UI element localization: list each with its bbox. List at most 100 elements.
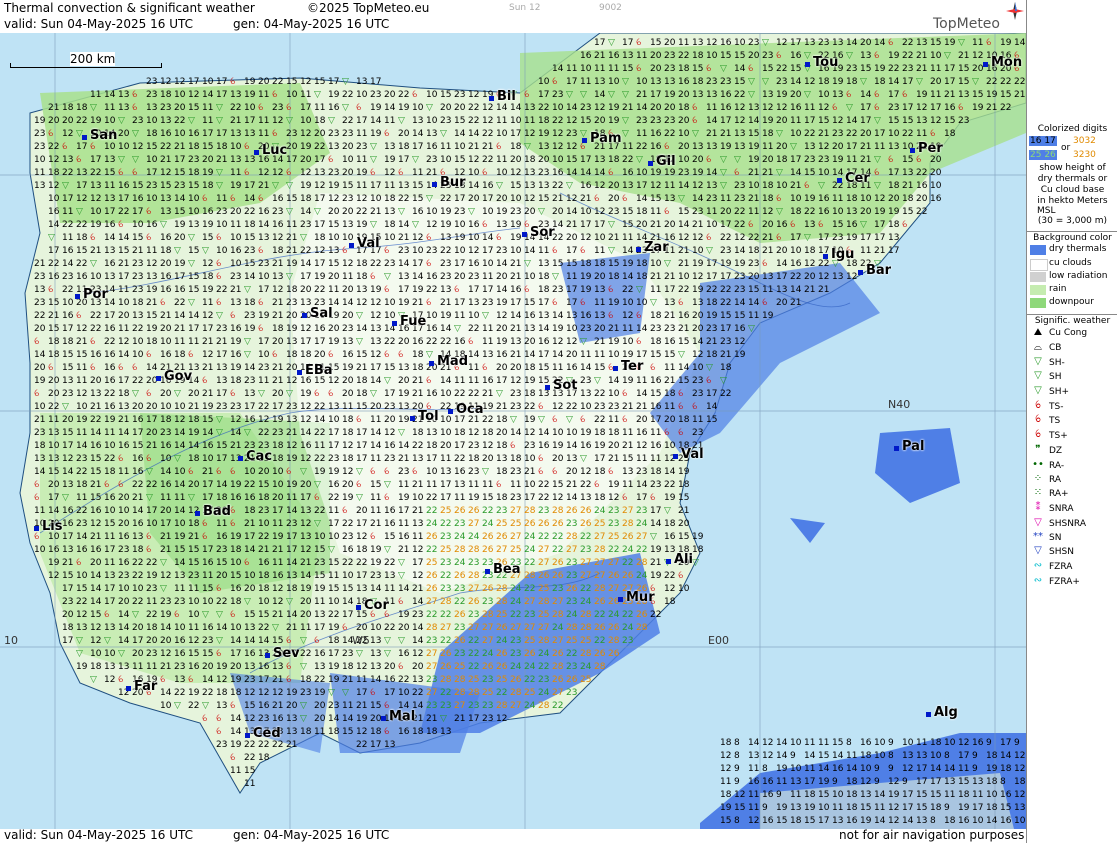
svg-text:13: 13 bbox=[776, 285, 787, 295]
city-label[interactable]: Sal bbox=[302, 306, 333, 321]
city-label[interactable]: Bur bbox=[432, 175, 466, 190]
city-label[interactable]: Ali bbox=[666, 552, 693, 567]
svg-text:22: 22 bbox=[384, 623, 395, 633]
city-label[interactable]: Cac bbox=[237, 449, 272, 464]
svg-text:ꕃ: ꕃ bbox=[692, 402, 698, 412]
city-label[interactable]: San bbox=[81, 128, 117, 143]
svg-text:▽: ▽ bbox=[678, 194, 685, 204]
city-label[interactable]: Bil bbox=[489, 89, 516, 104]
svg-text:16: 16 bbox=[580, 311, 592, 321]
svg-text:22: 22 bbox=[370, 259, 381, 269]
city-label[interactable]: Sev bbox=[265, 646, 300, 661]
svg-text:21: 21 bbox=[510, 350, 521, 360]
svg-text:23: 23 bbox=[146, 649, 157, 659]
city-label[interactable]: Gil bbox=[648, 154, 676, 169]
city-label[interactable]: Per bbox=[910, 141, 943, 156]
city-label[interactable]: Bad bbox=[195, 504, 231, 519]
svg-text:14: 14 bbox=[468, 181, 480, 191]
svg-text:23: 23 bbox=[650, 324, 661, 334]
city-label[interactable]: Sor bbox=[522, 225, 555, 240]
svg-text:10: 10 bbox=[118, 142, 130, 152]
city-label[interactable]: Mon bbox=[982, 55, 1022, 70]
city-label[interactable]: Oca bbox=[448, 402, 484, 417]
city-label[interactable]: Fue bbox=[391, 314, 426, 329]
svg-text:12: 12 bbox=[62, 454, 73, 464]
city-label[interactable]: Cer bbox=[837, 171, 870, 186]
svg-text:16: 16 bbox=[650, 142, 662, 152]
svg-text:12: 12 bbox=[552, 337, 563, 347]
svg-text:22: 22 bbox=[174, 116, 185, 126]
svg-text:22: 22 bbox=[244, 480, 255, 490]
svg-text:15: 15 bbox=[188, 103, 199, 113]
svg-text:23: 23 bbox=[454, 207, 465, 217]
svg-text:22: 22 bbox=[622, 155, 633, 165]
svg-text:12: 12 bbox=[188, 90, 199, 100]
city-label[interactable]: Sot bbox=[545, 378, 578, 393]
city-label[interactable]: Por bbox=[75, 287, 108, 302]
city-label[interactable]: Ter bbox=[612, 359, 643, 374]
svg-text:23: 23 bbox=[580, 103, 591, 113]
svg-text:28: 28 bbox=[580, 649, 592, 659]
svg-text:17: 17 bbox=[230, 649, 241, 659]
city-label[interactable]: Gov bbox=[155, 369, 192, 384]
svg-text:12: 12 bbox=[1014, 764, 1025, 774]
svg-text:10: 10 bbox=[566, 428, 578, 438]
svg-text:27: 27 bbox=[510, 532, 521, 542]
city-label[interactable]: Val bbox=[673, 447, 704, 462]
svg-text:19: 19 bbox=[244, 77, 256, 87]
city-label[interactable]: Far bbox=[125, 679, 157, 694]
legend-sig-item: RA bbox=[1049, 475, 1062, 485]
city-label[interactable]: EBa bbox=[297, 363, 333, 378]
svg-text:11: 11 bbox=[356, 181, 367, 191]
svg-text:15: 15 bbox=[902, 155, 913, 165]
svg-text:▽: ▽ bbox=[300, 233, 307, 243]
svg-text:ꕃ: ꕃ bbox=[272, 90, 278, 100]
svg-text:13: 13 bbox=[916, 38, 927, 48]
svg-text:26: 26 bbox=[594, 597, 606, 607]
city-label[interactable]: Ced bbox=[245, 726, 281, 741]
svg-text:10: 10 bbox=[426, 311, 438, 321]
svg-text:13: 13 bbox=[104, 194, 115, 204]
svg-text:12: 12 bbox=[524, 194, 535, 204]
city-label[interactable]: Alg bbox=[926, 705, 958, 720]
svg-text:22: 22 bbox=[258, 402, 269, 412]
svg-text:14: 14 bbox=[650, 519, 662, 529]
svg-text:▽: ▽ bbox=[958, 38, 965, 48]
svg-text:16: 16 bbox=[832, 764, 844, 774]
city-label[interactable]: Luc bbox=[253, 143, 287, 158]
weather-map[interactable]: 17 ▽ 17 ꕃ 15 20 11 13 12 16 10 23 ▽ 12 1… bbox=[0, 33, 1026, 829]
city-label[interactable]: Pal bbox=[893, 439, 924, 454]
city-label[interactable]: Lis bbox=[33, 519, 62, 534]
svg-text:19: 19 bbox=[230, 740, 242, 750]
svg-text:11: 11 bbox=[104, 428, 115, 438]
svg-text:10: 10 bbox=[272, 467, 284, 477]
svg-text:21: 21 bbox=[230, 441, 241, 451]
svg-text:16: 16 bbox=[258, 558, 270, 568]
svg-text:22: 22 bbox=[636, 142, 647, 152]
city-label[interactable]: Bar bbox=[857, 263, 891, 278]
svg-text:15: 15 bbox=[314, 571, 325, 581]
svg-text:19: 19 bbox=[286, 259, 298, 269]
svg-text:11: 11 bbox=[804, 738, 815, 748]
city-label[interactable]: Tou bbox=[804, 55, 838, 70]
city-label[interactable]: Cor bbox=[356, 598, 389, 613]
svg-text:10: 10 bbox=[62, 298, 74, 308]
city-label[interactable]: Pam bbox=[582, 131, 622, 146]
city-label[interactable]: Mal bbox=[380, 709, 415, 724]
svg-text:16: 16 bbox=[160, 233, 172, 243]
svg-text:15: 15 bbox=[328, 259, 339, 269]
svg-text:10: 10 bbox=[678, 584, 690, 594]
city-label[interactable]: Tol bbox=[410, 409, 439, 424]
svg-text:20: 20 bbox=[216, 571, 228, 581]
city-label[interactable]: Val bbox=[349, 236, 380, 251]
svg-text:16: 16 bbox=[48, 545, 60, 555]
svg-text:15: 15 bbox=[622, 64, 633, 74]
city-label[interactable]: Zar bbox=[636, 240, 669, 255]
svg-text:17: 17 bbox=[958, 751, 969, 761]
city-label[interactable]: Bea bbox=[485, 562, 521, 577]
city-label[interactable]: Mur bbox=[618, 590, 655, 605]
svg-text:27: 27 bbox=[594, 532, 605, 542]
city-label[interactable]: Mad bbox=[428, 354, 468, 369]
svg-text:10: 10 bbox=[174, 129, 186, 139]
city-label[interactable]: Igu bbox=[822, 247, 854, 262]
